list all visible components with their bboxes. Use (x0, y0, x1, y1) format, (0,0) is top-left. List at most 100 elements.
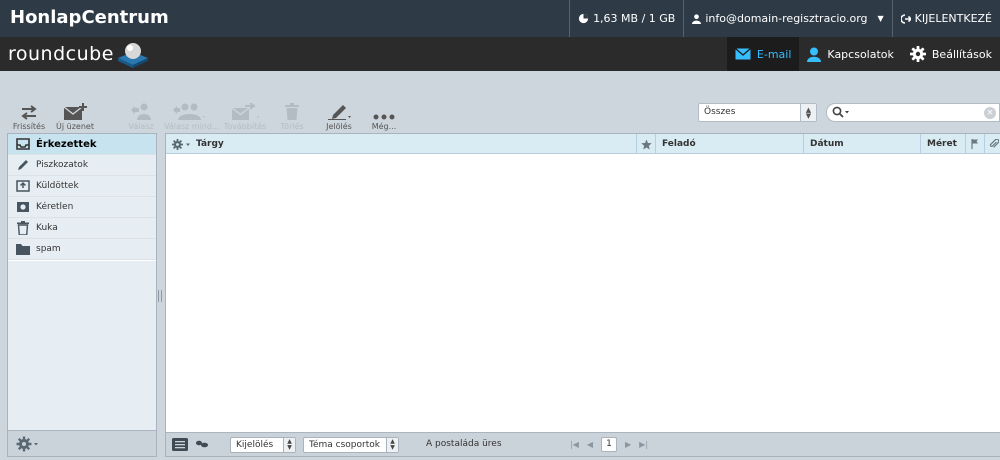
user-menu[interactable]: info@domain-regisztracio.org ▼ (684, 12, 891, 25)
folder-label: Érkezettek (36, 138, 97, 150)
mark-label: Jelölés (326, 122, 352, 131)
more-label: Még... (371, 122, 397, 131)
column-date[interactable]: Dátum (803, 134, 921, 154)
select-arrows-icon: ▲ ▼ (800, 104, 816, 121)
roundcube-logo[interactable]: roundcube (8, 40, 150, 68)
column-flag[interactable] (965, 134, 985, 154)
folder-sidebar: Érkezettek Piszkozatok Küldöttek Kéretle… (7, 133, 157, 457)
nav-contacts-label: Kapcsolatok (827, 47, 894, 61)
forward-button[interactable]: Továbbítás (222, 98, 268, 131)
threads-menu[interactable]: Téma csoportok ▲ ▼ (303, 437, 399, 453)
compose-button[interactable]: Új üzenet (55, 98, 95, 131)
star-icon (641, 138, 652, 149)
folder-sent[interactable]: Küldöttek (8, 176, 156, 197)
folder-spam[interactable]: spam (8, 239, 156, 260)
app-header: roundcube E-mail Kapcsolatok Beállítások (0, 37, 1000, 71)
first-page-icon[interactable]: |◀ (570, 440, 579, 449)
compose-icon (63, 103, 87, 120)
nav-email-label: E-mail (756, 47, 792, 61)
nav-contacts[interactable]: Kapcsolatok (799, 37, 901, 71)
filter-select[interactable]: Összes ▲ ▼ (698, 103, 817, 122)
folder-list: Érkezettek Piszkozatok Küldöttek Kéretle… (8, 134, 156, 260)
folder-icon (16, 242, 30, 256)
trash-icon (16, 221, 30, 235)
refresh-button[interactable]: Frissítés (12, 98, 46, 131)
top-bar: HonlapCentrum 1,63 MB / 1 GB info@domain… (0, 0, 1000, 37)
logout-button[interactable]: KIJELENTKEZÉ (893, 12, 1000, 25)
brand-title: HonlapCentrum (10, 7, 169, 28)
reply-icon (131, 103, 151, 120)
inbox-icon (16, 137, 30, 151)
column-subject[interactable]: Tárgy (190, 134, 636, 154)
column-from[interactable]: Feladó (655, 134, 804, 154)
folder-trash[interactable]: Kuka (8, 218, 156, 239)
logo-icon (117, 43, 148, 68)
reply-label: Válasz (128, 122, 154, 131)
more-button[interactable]: Még... (368, 98, 400, 131)
next-page-icon[interactable]: ▶ (625, 440, 631, 449)
search-icon[interactable] (832, 106, 850, 118)
folder-junk[interactable]: Kéretlen (8, 197, 156, 218)
pencil-icon (16, 158, 30, 172)
pagination: |◀ ◀ 1 ▶ ▶| (570, 437, 648, 452)
paperclip-icon (989, 139, 999, 148)
refresh-icon (21, 105, 37, 120)
main-nav: E-mail Kapcsolatok Beállítások (726, 37, 1000, 71)
search-input[interactable] (853, 105, 983, 120)
delete-button[interactable]: Törlés (278, 98, 306, 131)
nav-settings[interactable]: Beállítások (902, 37, 1000, 71)
folder-label: Küldöttek (36, 181, 79, 191)
list-view-icon[interactable] (172, 438, 188, 451)
envelope-icon (734, 48, 751, 60)
last-page-icon[interactable]: ▶| (639, 440, 648, 449)
column-size-label: Méret (927, 139, 957, 149)
folder-inbox[interactable]: Érkezettek (8, 134, 156, 155)
threads-icon[interactable] (196, 439, 210, 449)
mark-button[interactable]: Jelölés (322, 98, 356, 131)
nav-email[interactable]: E-mail (726, 37, 800, 71)
page-number-input[interactable]: 1 (601, 437, 618, 452)
select-arrows-icon: ▲ ▼ (283, 438, 295, 452)
mail-toolbar: Frissítés Új üzenet Válasz Válasz mind..… (0, 71, 1000, 133)
column-flagged[interactable] (636, 134, 656, 154)
trash-icon (285, 103, 299, 120)
forward-label: Továbbítás (223, 122, 267, 131)
select-menu-label: Kijelölés (236, 440, 274, 450)
folder-label: spam (36, 244, 61, 254)
reply-button[interactable]: Válasz (124, 98, 158, 131)
prev-page-icon[interactable]: ◀ (587, 440, 593, 449)
reply-all-icon (173, 103, 205, 120)
column-attachment[interactable] (984, 134, 1000, 154)
folder-options-button[interactable] (8, 430, 156, 456)
logout-label: KIJELENTKEZÉ (914, 12, 992, 25)
search-box[interactable]: × (826, 103, 1000, 122)
person-icon (807, 47, 822, 62)
user-email: info@domain-regisztracio.org (705, 12, 868, 25)
select-arrows-icon: ▲ ▼ (386, 438, 398, 452)
filter-value: Összes (704, 107, 736, 117)
column-subject-label: Tárgy (196, 139, 224, 149)
select-menu[interactable]: Kijelölés ▲ ▼ (230, 437, 296, 453)
folder-label: Piszkozatok (36, 160, 89, 170)
gear-icon (909, 46, 926, 62)
user-icon (692, 13, 702, 24)
clear-search-icon[interactable]: × (984, 107, 996, 119)
pane-splitter[interactable] (158, 290, 162, 302)
gear-icon (16, 436, 38, 451)
logo-text: roundcube (8, 43, 114, 65)
reply-all-label: Válasz mind... (164, 122, 220, 131)
folder-label: Kuka (36, 223, 58, 233)
compose-label: Új üzenet (56, 122, 94, 131)
folder-drafts[interactable]: Piszkozatok (8, 155, 156, 176)
message-list-footer: Kijelölés ▲ ▼ Téma csoportok ▲ ▼ A postalá… (166, 432, 1000, 456)
chevron-down-icon: ▼ (877, 14, 884, 23)
column-size[interactable]: Méret (920, 134, 966, 154)
delete-label: Törlés (280, 122, 304, 131)
nav-settings-label: Beállítások (931, 47, 992, 61)
column-from-label: Feladó (662, 139, 696, 149)
message-list-header: Tárgy Feladó Dátum Méret (166, 134, 1000, 154)
message-list: Tárgy Feladó Dátum Méret Kijelölés ▲ ▼ Té… (165, 133, 1000, 457)
top-bar-right: 1,63 MB / 1 GB info@domain-regisztracio.… (569, 0, 1000, 37)
reply-all-button[interactable]: Válasz mind... (164, 98, 220, 131)
more-icon (373, 114, 395, 120)
